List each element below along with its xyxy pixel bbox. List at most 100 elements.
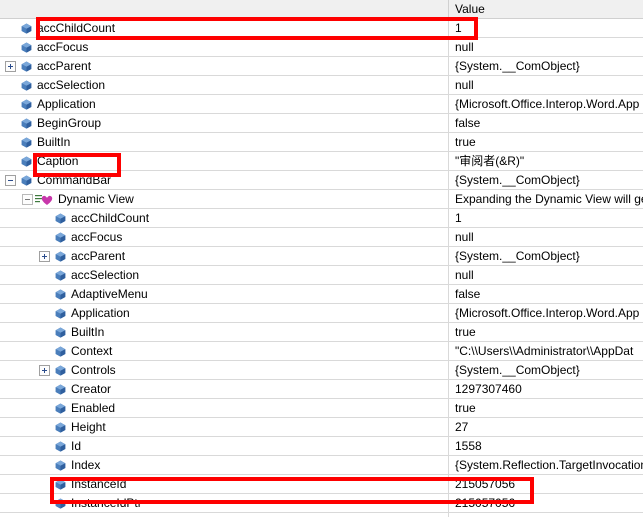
table-row[interactable]: Application {Microsoft.Office.Interop.Wor… (0, 95, 643, 114)
expand-plus-icon[interactable] (39, 365, 50, 376)
property-icon (55, 327, 66, 338)
row-name: InstanceId (71, 477, 127, 491)
row-value[interactable]: 27 (455, 418, 643, 436)
row-value[interactable]: null (455, 76, 643, 94)
row-value[interactable]: 215057056 (455, 494, 643, 512)
table-row[interactable]: accFocus null (0, 38, 643, 57)
table-row[interactable]: accParent {System.__ComObject} (0, 247, 643, 266)
property-icon (55, 441, 66, 452)
dynamic-view-icon (35, 193, 53, 206)
row-value[interactable]: false (455, 114, 643, 132)
row-name: Controls (71, 363, 116, 377)
column-separator (448, 323, 449, 341)
table-row[interactable]: accSelection null (0, 76, 643, 95)
row-name: Height (71, 420, 106, 434)
property-icon (21, 118, 32, 129)
property-icon (55, 365, 66, 376)
row-value[interactable]: {System.Reflection.TargetInvocation (455, 456, 643, 474)
column-separator (448, 57, 449, 75)
table-row[interactable]: accChildCount 1 (0, 209, 643, 228)
column-separator (448, 304, 449, 322)
table-row[interactable]: Creator 1297307460 (0, 380, 643, 399)
table-row[interactable]: Left 0 (0, 513, 643, 517)
expand-plus-icon[interactable] (5, 61, 16, 72)
table-row[interactable]: Index {System.Reflection.TargetInvocation (0, 456, 643, 475)
property-icon (55, 346, 66, 357)
table-row[interactable]: BuiltIn true (0, 133, 643, 152)
expand-plus-icon[interactable] (39, 251, 50, 262)
row-value[interactable]: true (455, 323, 643, 341)
row-value[interactable]: 1 (455, 19, 643, 37)
row-value[interactable]: 1 (455, 209, 643, 227)
row-value[interactable]: false (455, 285, 643, 303)
property-icon (21, 137, 32, 148)
row-value[interactable]: {Microsoft.Office.Interop.Word.App (455, 304, 643, 322)
column-separator (448, 76, 449, 94)
column-header-name[interactable] (0, 0, 448, 18)
row-value[interactable]: 1558 (455, 437, 643, 455)
row-left-gutter (0, 380, 8, 398)
row-value[interactable]: {Microsoft.Office.Interop.Word.App (455, 95, 643, 113)
table-row[interactable]: Height 27 (0, 418, 643, 437)
row-value[interactable]: 215057056 (455, 475, 643, 493)
row-left-gutter (0, 513, 8, 517)
table-row[interactable]: AdaptiveMenu false (0, 285, 643, 304)
table-row[interactable]: Application {Microsoft.Office.Interop.Wor… (0, 304, 643, 323)
row-value[interactable]: null (455, 266, 643, 284)
table-header: Value (0, 0, 643, 19)
table-row[interactable]: Context "C:\\Users\\Administrator\\AppDat (0, 342, 643, 361)
row-value[interactable]: 1297307460 (455, 380, 643, 398)
table-row[interactable]: Dynamic View Expanding the Dynamic View w… (0, 190, 643, 209)
row-left-gutter (0, 342, 8, 360)
property-icon (55, 213, 66, 224)
column-separator (448, 437, 449, 455)
property-icon (21, 61, 32, 72)
row-value[interactable]: {System.__ComObject} (455, 361, 643, 379)
column-separator (448, 190, 449, 208)
property-icon (21, 42, 32, 53)
row-value[interactable]: true (455, 399, 643, 417)
row-name: accChildCount (37, 21, 116, 35)
row-left-gutter (0, 247, 8, 265)
watch-window[interactable]: Value accChildCount 1 accFocus null accParen… (0, 0, 643, 517)
row-left-gutter (0, 19, 8, 37)
row-value[interactable]: null (455, 38, 643, 56)
table-row[interactable]: BuiltIn true (0, 323, 643, 342)
row-value[interactable]: null (455, 228, 643, 246)
property-icon (55, 251, 66, 262)
table-row[interactable]: InstanceIdPtr 215057056 (0, 494, 643, 513)
table-row[interactable]: accSelection null (0, 266, 643, 285)
row-value[interactable]: Expanding the Dynamic View will ge (455, 190, 643, 208)
row-value[interactable]: "C:\\Users\\Administrator\\AppDat (455, 342, 643, 360)
table-row[interactable]: Id 1558 (0, 437, 643, 456)
table-row[interactable]: InstanceId 215057056 (0, 475, 643, 494)
table-row[interactable]: Caption "审阅者(&R)" (0, 152, 643, 171)
collapse-minus-icon[interactable] (22, 194, 33, 205)
column-separator (448, 133, 449, 151)
column-separator (448, 475, 449, 493)
property-icon (55, 479, 66, 490)
row-value[interactable]: true (455, 133, 643, 151)
column-separator (448, 342, 449, 360)
column-separator (448, 285, 449, 303)
row-value[interactable]: "审阅者(&R)" (455, 152, 643, 170)
row-left-gutter (0, 95, 8, 113)
table-row[interactable]: BeginGroup false (0, 114, 643, 133)
table-row[interactable]: Controls {System.__ComObject} (0, 361, 643, 380)
property-icon (55, 270, 66, 281)
row-value[interactable]: 0 (455, 513, 643, 517)
collapse-minus-icon[interactable] (5, 175, 16, 186)
row-value[interactable]: {System.__ComObject} (455, 57, 643, 75)
table-row[interactable]: CommandBar {System.__ComObject} (0, 171, 643, 190)
table-row[interactable]: accChildCount 1 (0, 19, 643, 38)
table-row[interactable]: accParent {System.__ComObject} (0, 57, 643, 76)
column-separator (448, 19, 449, 37)
table-row[interactable]: Enabled true (0, 399, 643, 418)
column-separator (448, 209, 449, 227)
table-row[interactable]: accFocus null (0, 228, 643, 247)
column-separator (448, 266, 449, 284)
row-value[interactable]: {System.__ComObject} (455, 247, 643, 265)
column-header-value[interactable]: Value (448, 0, 643, 18)
row-left-gutter (0, 361, 8, 379)
row-value[interactable]: {System.__ComObject} (455, 171, 643, 189)
